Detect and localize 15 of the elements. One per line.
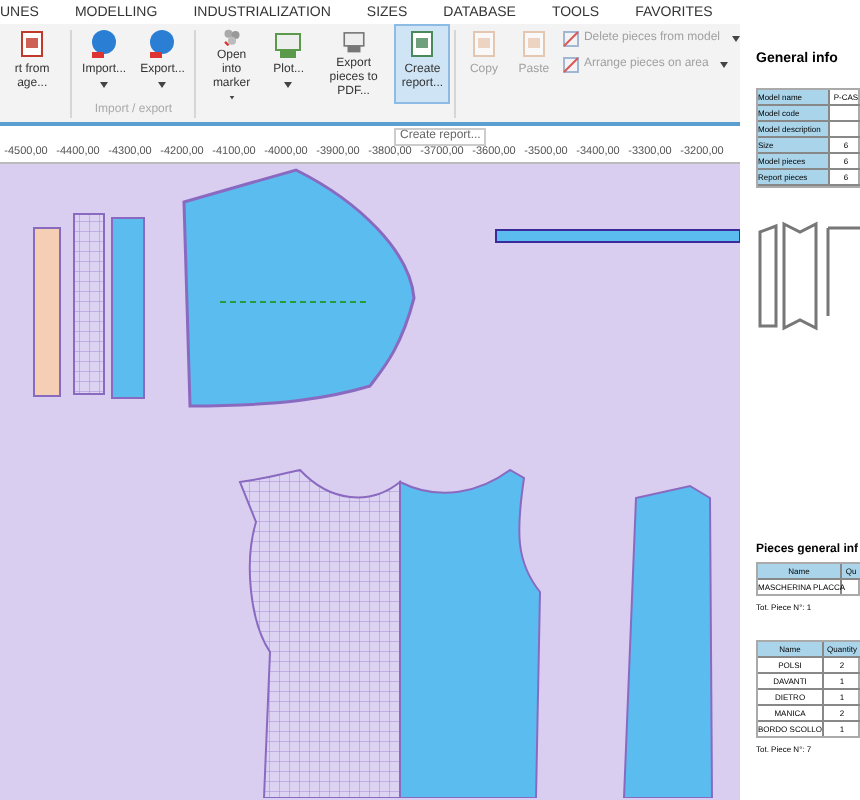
ribbon-icon bbox=[561, 55, 580, 73]
ribbon-icon bbox=[467, 28, 500, 60]
pattern-piece[interactable] bbox=[622, 484, 713, 798]
pattern-piece[interactable] bbox=[182, 168, 416, 408]
ribbon-icon bbox=[517, 28, 550, 60]
pattern-piece[interactable] bbox=[33, 227, 61, 397]
ribbon-icon bbox=[406, 28, 439, 60]
pattern-piece[interactable] bbox=[399, 469, 541, 798]
pattern-piece[interactable] bbox=[495, 229, 740, 243]
pattern-piece[interactable] bbox=[73, 213, 105, 395]
ribbon-icon bbox=[146, 28, 179, 60]
ribbon-icon bbox=[561, 29, 580, 47]
pattern-piece[interactable] bbox=[239, 469, 401, 798]
ribbon-icon bbox=[88, 28, 121, 60]
pieces-preview-drawing bbox=[756, 216, 860, 336]
